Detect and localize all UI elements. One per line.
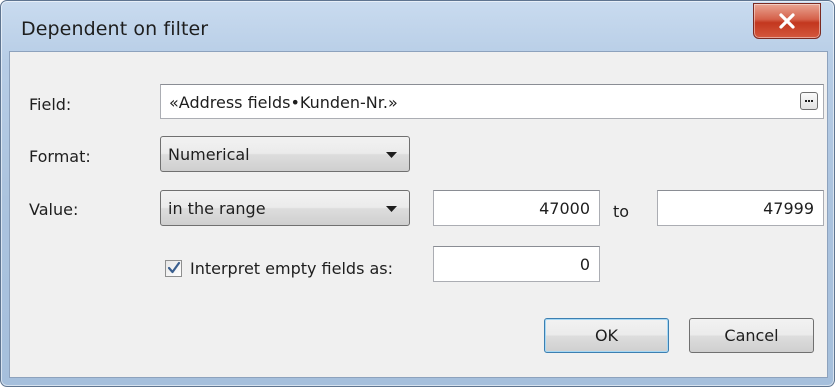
- dialog-window: Dependent on filter Field: «Address fiel…: [0, 0, 835, 387]
- range-from-value: 47000: [539, 199, 590, 218]
- range-from-input[interactable]: 47000: [433, 190, 600, 226]
- dialog-title: Dependent on filter: [21, 18, 209, 40]
- value-condition-select[interactable]: in the range: [160, 190, 410, 226]
- empty-value-input[interactable]: 0: [433, 246, 600, 282]
- checkmark-icon: [167, 261, 181, 274]
- dialog-body: Field: «Address fields•Kunden-Nr.» Forma…: [9, 51, 828, 378]
- format-label: Format:: [29, 147, 91, 166]
- range-to-label: to: [613, 202, 630, 221]
- chevron-down-icon: [386, 152, 397, 158]
- close-icon: [779, 13, 795, 29]
- field-input[interactable]: «Address fields•Kunden-Nr.»: [160, 84, 824, 119]
- ok-button[interactable]: OK: [544, 318, 669, 353]
- interpret-empty-checkbox[interactable]: [165, 260, 182, 277]
- chevron-down-icon: [386, 206, 397, 212]
- browse-field-button[interactable]: [800, 92, 818, 110]
- range-to-value: 47999: [763, 199, 814, 218]
- interpret-empty-label: Interpret empty fields as:: [190, 259, 394, 278]
- format-selected: Numerical: [168, 145, 250, 164]
- field-label: Field:: [29, 95, 72, 114]
- cancel-button[interactable]: Cancel: [689, 318, 814, 353]
- ellipsis-icon: [805, 100, 807, 102]
- format-select[interactable]: Numerical: [160, 136, 410, 172]
- field-value: «Address fields•Kunden-Nr.»: [169, 93, 398, 112]
- empty-value: 0: [579, 255, 590, 274]
- value-condition-selected: in the range: [168, 199, 266, 218]
- value-label: Value:: [29, 200, 79, 219]
- range-to-input[interactable]: 47999: [657, 190, 824, 226]
- close-button[interactable]: [753, 3, 821, 39]
